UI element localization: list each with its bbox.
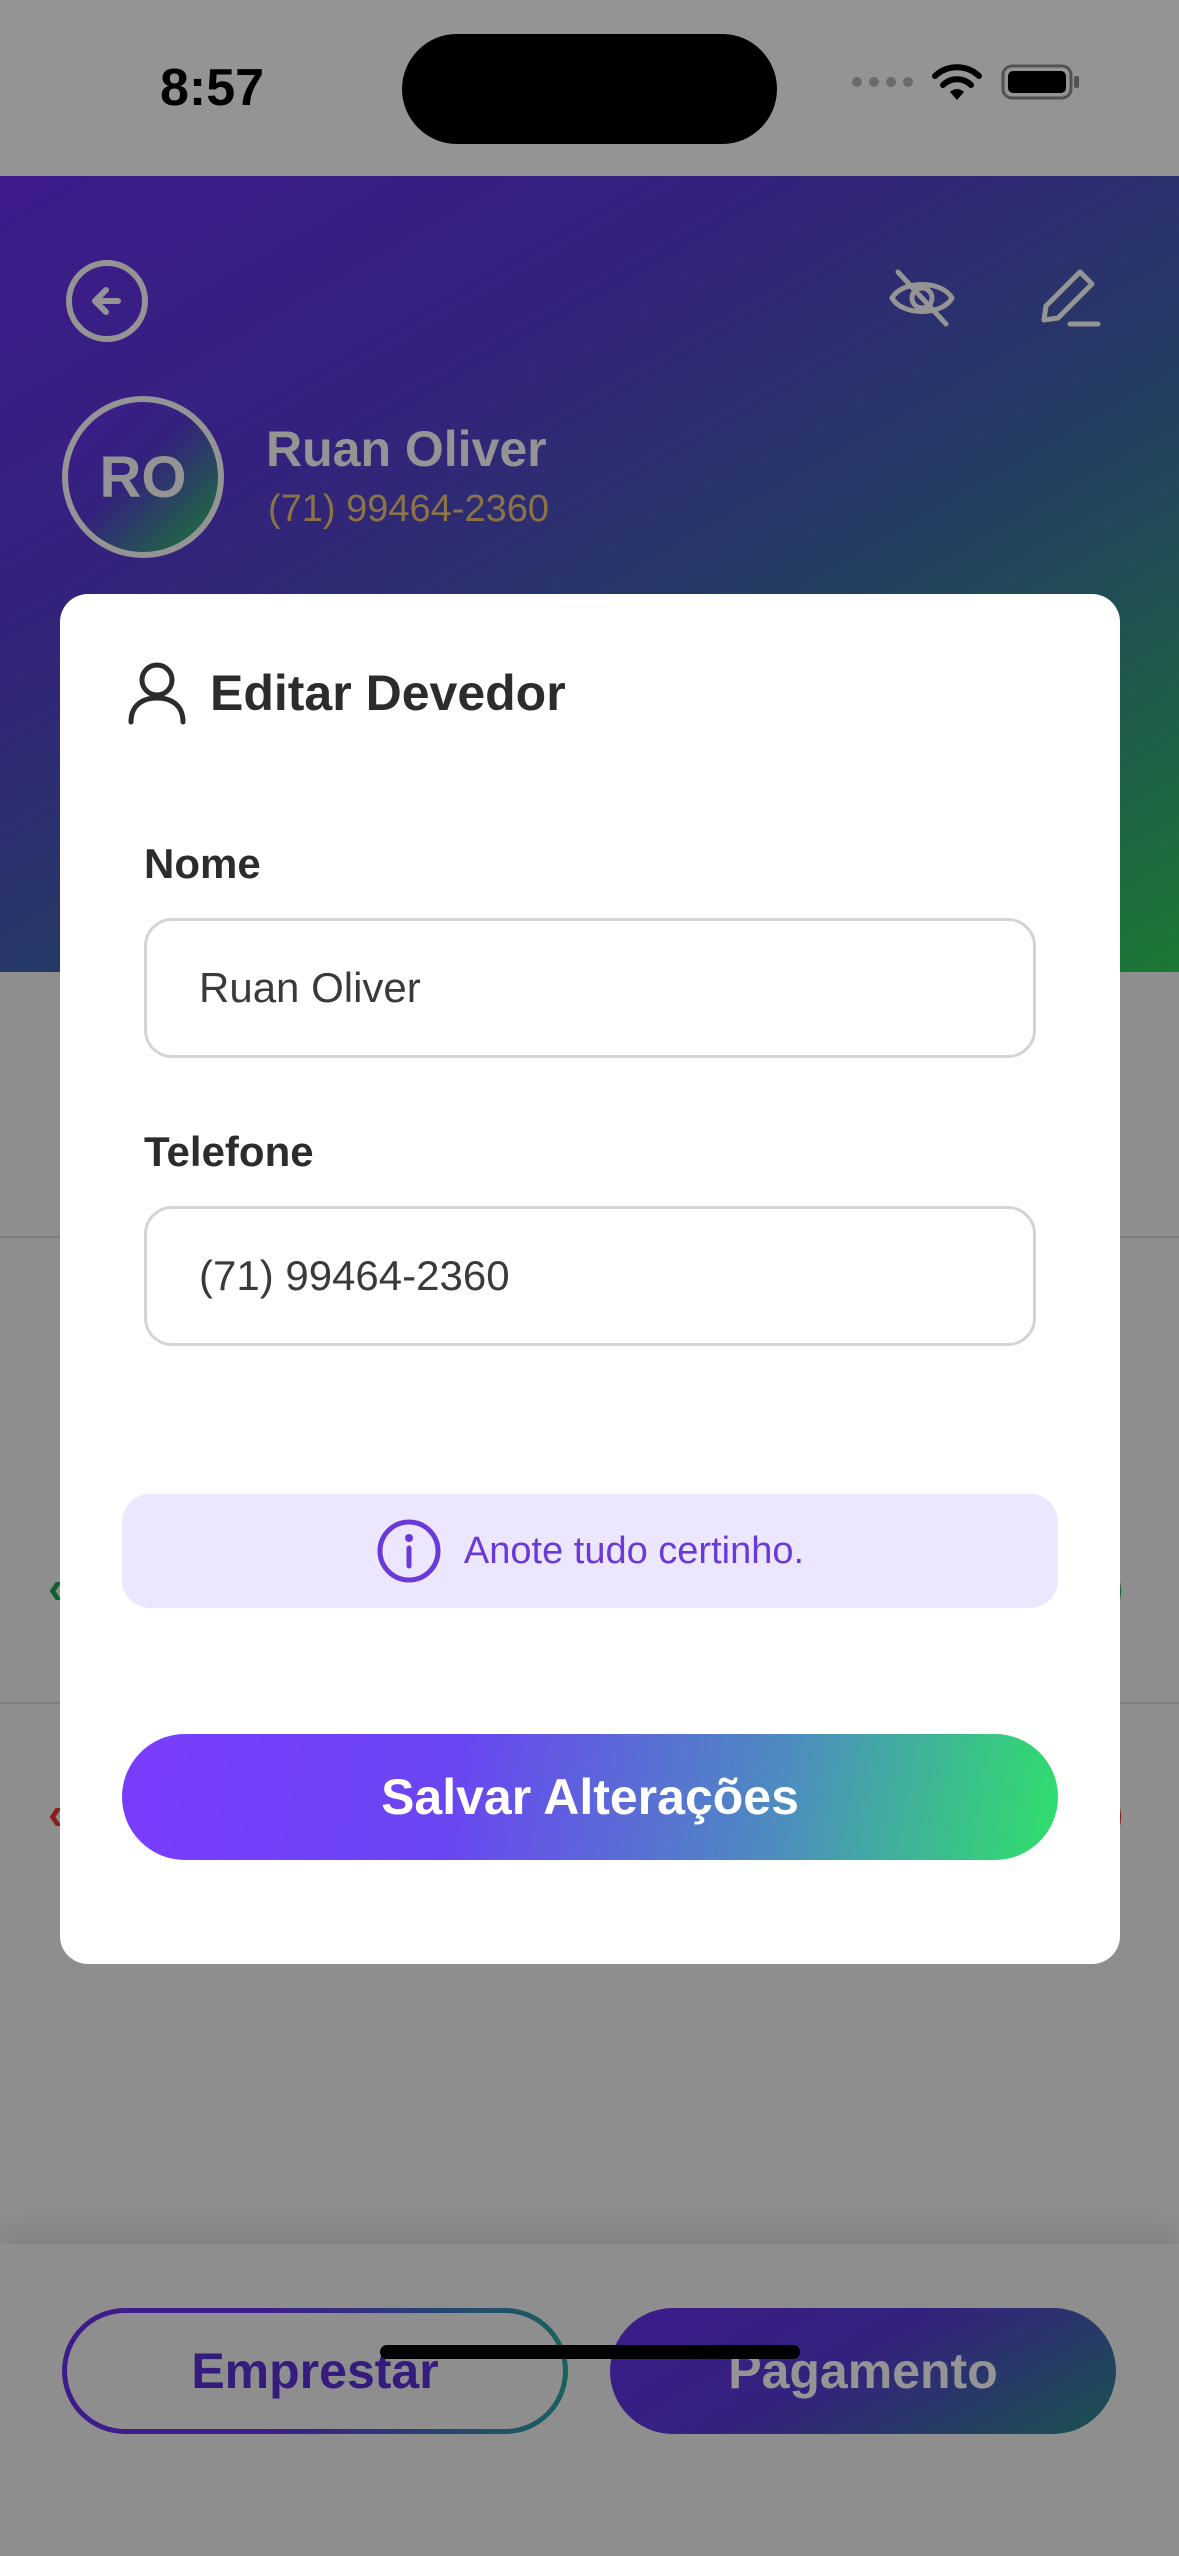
modal-title: Editar Devedor [210,665,566,721]
phone-input[interactable] [144,1206,1036,1346]
save-changes-button[interactable]: Salvar Alterações [122,1734,1058,1860]
name-input[interactable] [144,918,1036,1058]
phone-label: Telefone [144,1128,314,1175]
modal-header: Editar Devedor [126,660,566,726]
info-text: Anote tudo certinho. [463,1529,805,1572]
info-banner: Anote tudo certinho. [122,1494,1058,1608]
home-indicator[interactable] [380,2345,800,2359]
name-label: Nome [144,840,261,887]
edit-debtor-modal: Editar Devedor Nome Telefone Anote tudo … [60,594,1120,1964]
user-icon [128,662,186,725]
info-icon [377,1519,441,1583]
